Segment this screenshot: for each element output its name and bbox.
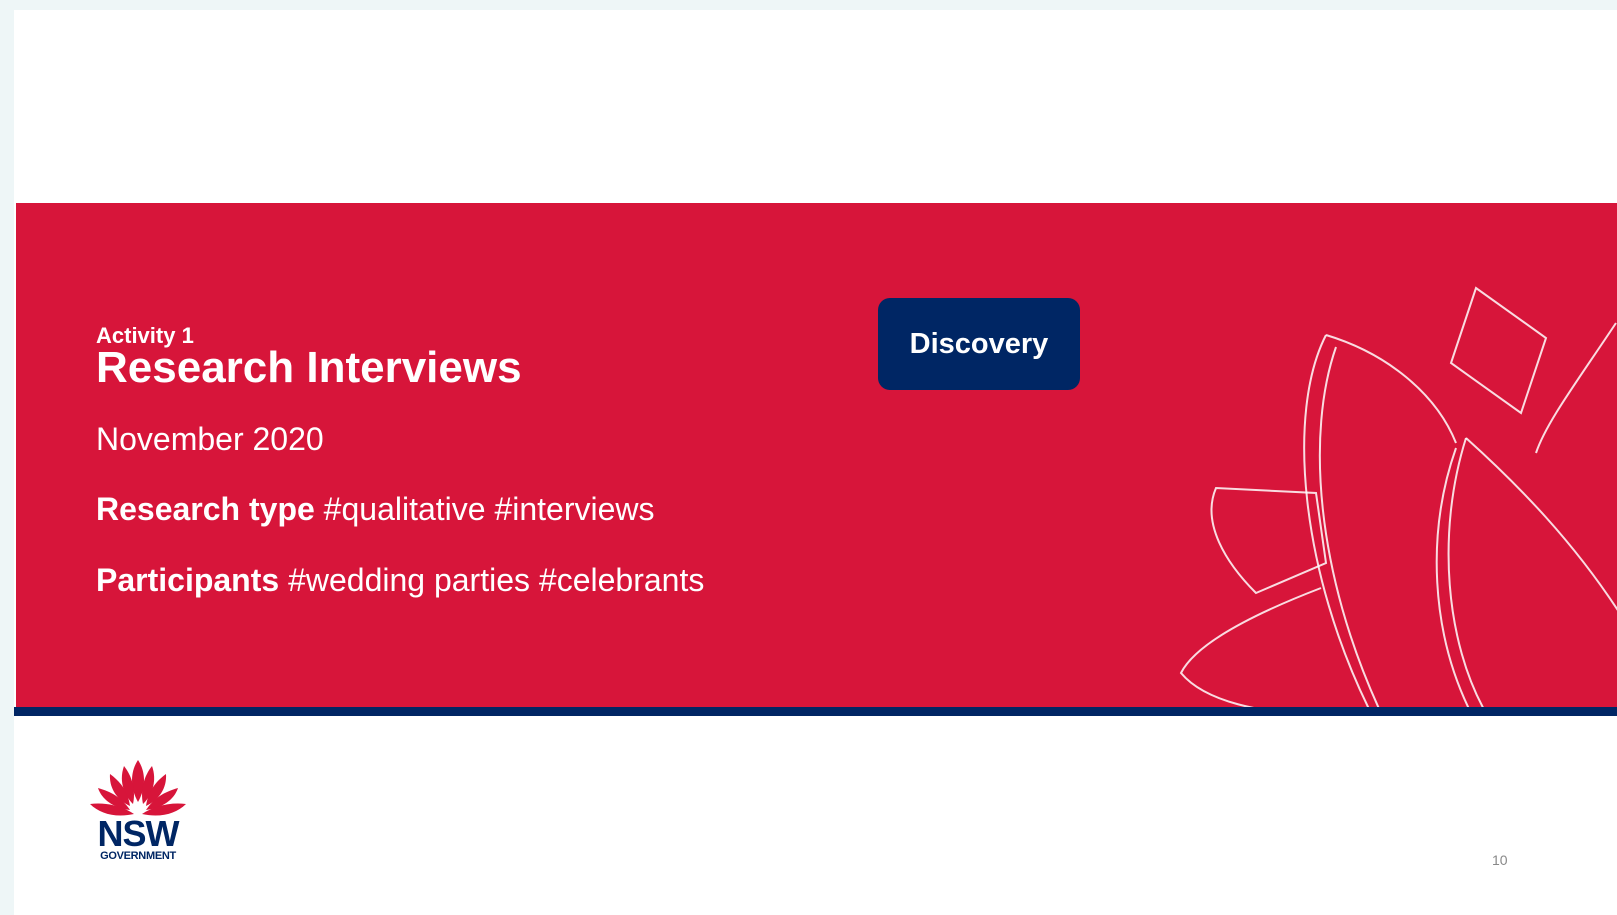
slide-title: Research Interviews — [96, 343, 522, 392]
navy-divider — [14, 707, 1617, 716]
waratah-outline-icon — [1179, 286, 1617, 707]
discovery-badge[interactable]: Discovery — [878, 298, 1080, 390]
research-type-tags: #qualitative #interviews — [323, 491, 655, 527]
participants-line: Participants #wedding parties #celebrant… — [96, 562, 704, 599]
slide-date: November 2020 — [96, 421, 324, 457]
logo-government-text: GOVERNMENT — [100, 850, 176, 862]
participants-label: Participants — [96, 562, 280, 598]
title-band: Activity 1 Research Interviews November … — [16, 203, 1617, 707]
logo-nsw-text: NSW — [97, 813, 180, 854]
waratah-icon — [90, 760, 186, 816]
research-type-label: Research type — [96, 491, 315, 527]
participants-tags: #wedding parties #celebrants — [288, 562, 705, 598]
nsw-government-logo: NSW GOVERNMENT — [86, 758, 190, 862]
page-number: 10 — [1492, 852, 1508, 868]
research-type-line: Research type #qualitative #interviews — [96, 491, 655, 528]
slide: Activity 1 Research Interviews November … — [14, 10, 1617, 915]
